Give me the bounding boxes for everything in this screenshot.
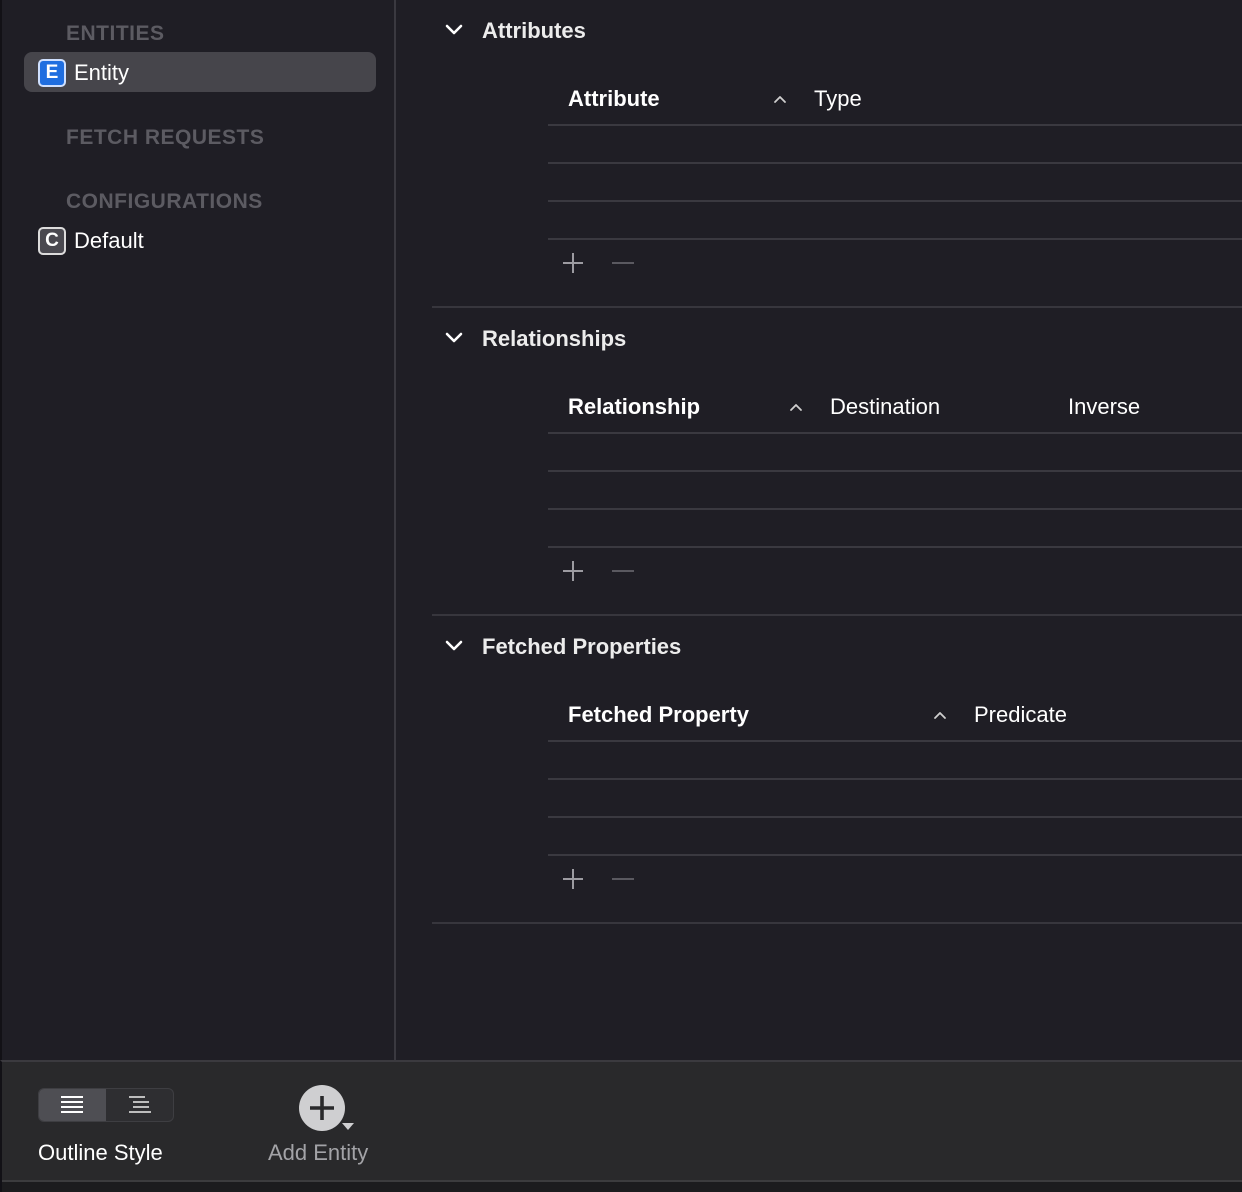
fetched-properties-section: Fetched Properties Fetched Property Pred… [432, 616, 1242, 924]
sidebar: ENTITIES E Entity FETCH REQUESTS CONFIGU… [0, 0, 396, 1060]
table-row[interactable] [548, 780, 1242, 818]
add-fetched-property-icon[interactable] [562, 868, 584, 890]
chevron-down-icon [445, 24, 463, 35]
relationships-title: Relationships [482, 326, 627, 351]
entity-badge-icon: E [38, 59, 66, 87]
column-destination[interactable]: Destination [830, 394, 940, 420]
entity-editor: Attributes Attribute Type Relationships … [396, 0, 1242, 1060]
table-row[interactable] [548, 434, 1242, 472]
attributes-section: Attributes Attribute Type [432, 0, 1242, 308]
column-predicate[interactable]: Predicate [974, 702, 1067, 728]
table-header: Relationship Destination Inverse [548, 386, 1242, 434]
remove-fetched-property-icon[interactable] [612, 878, 634, 880]
fetched-property-add-remove [562, 868, 662, 898]
column-inverse[interactable]: Inverse [1068, 394, 1140, 420]
add-circle-icon [299, 1085, 354, 1131]
table-row[interactable] [548, 126, 1242, 164]
attributes-disclosure[interactable]: Attributes [432, 14, 1032, 50]
chevron-down-icon [445, 332, 463, 343]
remove-relationship-icon[interactable] [612, 570, 634, 572]
sidebar-item-label: Default [74, 228, 144, 253]
fetched-properties-disclosure[interactable]: Fetched Properties [432, 630, 1032, 666]
table-row[interactable] [548, 472, 1242, 510]
sidebar-item-entity[interactable]: E Entity [24, 52, 376, 92]
fetched-properties-title: Fetched Properties [482, 634, 682, 659]
add-entity-button[interactable] [298, 1084, 356, 1134]
sidebar-item-default[interactable]: C Default [24, 220, 376, 260]
table-row[interactable] [548, 164, 1242, 202]
column-type[interactable]: Type [814, 86, 862, 112]
entities-header: ENTITIES [66, 22, 165, 45]
outline-style-label: Outline Style [38, 1140, 163, 1165]
chevron-down-icon [445, 640, 463, 651]
table-row[interactable] [548, 742, 1242, 780]
sort-ascending-icon[interactable] [932, 708, 948, 724]
graph-style-button[interactable] [107, 1089, 173, 1121]
table-row[interactable] [548, 510, 1242, 548]
relationship-add-remove [562, 560, 662, 590]
bottom-toolbar: Outline Style Add Entity [0, 1060, 1242, 1192]
attribute-add-remove [562, 252, 662, 282]
column-relationship[interactable]: Relationship [568, 394, 700, 420]
list-icon [61, 1096, 83, 1113]
configurations-header: CONFIGURATIONS [66, 190, 263, 213]
attributes-table[interactable]: Attribute Type [548, 78, 1242, 240]
remove-attribute-icon[interactable] [612, 262, 634, 264]
table-row[interactable] [548, 818, 1242, 856]
table-header: Attribute Type [548, 78, 1242, 126]
add-entity-label: Add Entity [268, 1140, 369, 1165]
add-attribute-icon[interactable] [562, 252, 584, 274]
sort-ascending-icon[interactable] [788, 400, 804, 416]
fetch-requests-header[interactable]: FETCH REQUESTS [66, 126, 264, 150]
sidebar-item-label: Entity [74, 60, 130, 85]
add-relationship-icon[interactable] [562, 560, 584, 582]
relationships-table[interactable]: Relationship Destination Inverse [548, 386, 1242, 548]
column-fetched-property[interactable]: Fetched Property [568, 702, 749, 728]
window-bottom-edge [2, 1180, 1242, 1192]
relationships-disclosure[interactable]: Relationships [432, 322, 1032, 358]
outline-style-segmented-control[interactable] [38, 1088, 174, 1122]
column-attribute[interactable]: Attribute [568, 86, 660, 112]
attributes-title: Attributes [482, 18, 586, 43]
relationships-section: Relationships Relationship Destination I… [432, 308, 1242, 616]
outline-list-icon [129, 1096, 151, 1113]
fetched-properties-table[interactable]: Fetched Property Predicate [548, 694, 1242, 856]
sort-ascending-icon[interactable] [772, 92, 788, 108]
table-header: Fetched Property Predicate [548, 694, 1242, 742]
data-model-editor: ENTITIES E Entity FETCH REQUESTS CONFIGU… [0, 0, 1242, 1192]
table-row[interactable] [548, 202, 1242, 240]
configuration-badge-icon: C [38, 227, 66, 255]
table-style-button[interactable] [39, 1089, 106, 1121]
